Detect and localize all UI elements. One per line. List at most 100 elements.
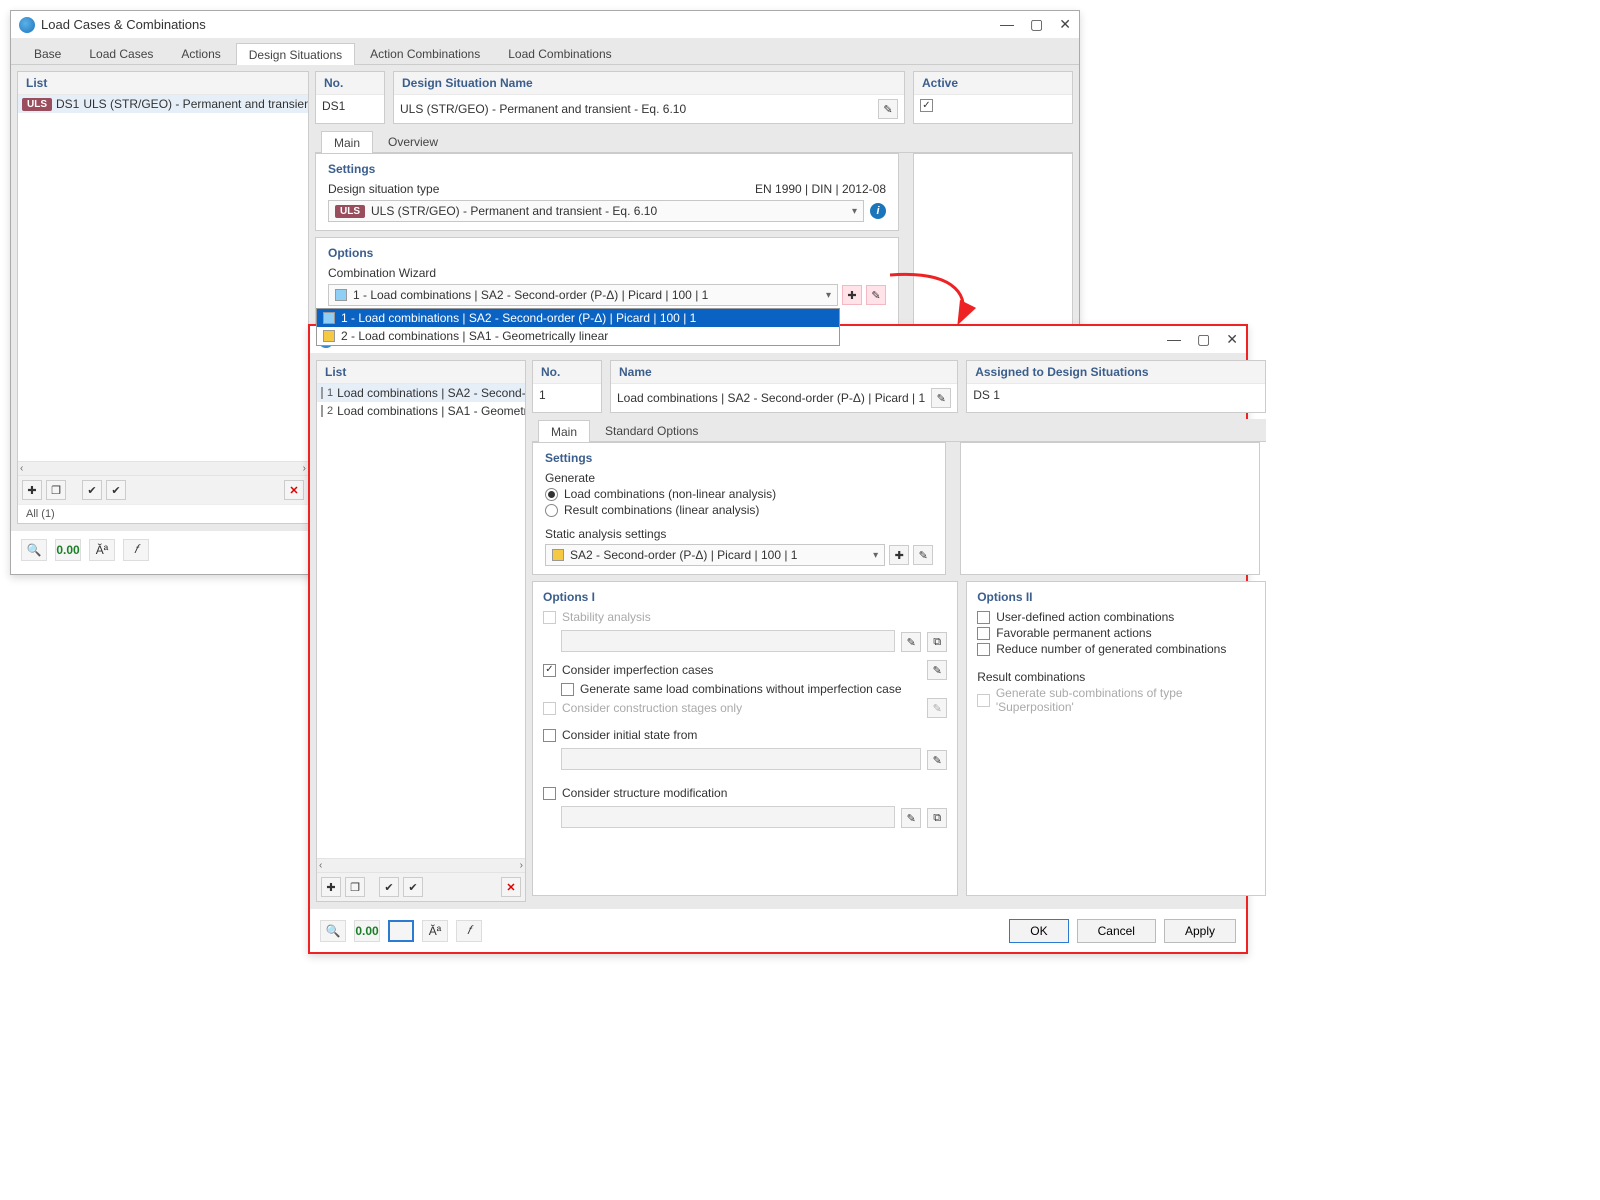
list-item[interactable]: 1 Load combinations | SA2 - Second-o [317, 384, 525, 402]
tab-action-combinations[interactable]: Action Combinations [357, 42, 493, 64]
h-scrollbar[interactable]: ‹› [18, 461, 308, 475]
popup-subtab-standard[interactable]: Standard Options [592, 419, 711, 441]
info-icon[interactable]: i [870, 203, 886, 219]
tab-load-combinations[interactable]: Load Combinations [495, 42, 624, 64]
edit-name-icon[interactable]: ✎ [878, 99, 898, 119]
radio-load-combinations[interactable]: Load combinations (non-linear analysis) [545, 487, 933, 501]
settings-panel: Settings Design situation type EN 1990 |… [315, 153, 899, 231]
sas-dropdown[interactable]: SA2 - Second-order (P-Δ) | Picard | 100 … [545, 544, 885, 566]
wizard-edit-icon[interactable]: ✎ [866, 285, 886, 305]
window-controls: — ▢ ✕ [1000, 16, 1071, 33]
num-format-icon[interactable]: 0.00 [55, 539, 81, 561]
copy-icon[interactable]: ❐ [46, 480, 66, 500]
tab-actions[interactable]: Actions [168, 42, 233, 64]
options2-panel: Options II User-defined action combinati… [966, 581, 1266, 896]
window-controls: — ▢ ✕ [1167, 331, 1238, 348]
check-all-icon[interactable]: ✔ [379, 877, 399, 897]
no-value: DS1 [322, 99, 345, 113]
chk-reduce[interactable]: Reduce number of generated combinations [977, 642, 1255, 656]
pop-name-label: Name [611, 361, 957, 384]
popup-list-panel: List 1 Load combinations | SA2 - Second-… [316, 360, 526, 902]
popup-settings-label: Settings [545, 451, 933, 465]
maximize-button[interactable]: ▢ [1197, 331, 1210, 348]
search-icon[interactable]: 🔍 [21, 539, 47, 561]
sas-value: SA2 - Second-order (P-Δ) | Picard | 100 … [570, 548, 797, 562]
wizard-new-icon[interactable]: ✚ [842, 285, 862, 305]
list-item-id: DS1 [56, 97, 79, 111]
uncheck-all-icon[interactable]: ✔ [403, 877, 423, 897]
edit-icon[interactable]: ✎ [901, 808, 921, 828]
swatch-icon [323, 312, 335, 324]
combo-option-2[interactable]: 2 - Load combinations | SA1 - Geometrica… [317, 327, 839, 345]
chk-imperfection[interactable]: ✓Consider imperfection cases✎ [543, 660, 947, 680]
search-icon[interactable]: 🔍 [320, 920, 346, 942]
chevron-down-icon: ▾ [873, 550, 878, 561]
radio-result-combinations[interactable]: Result combinations (linear analysis) [545, 503, 933, 517]
popup-subtab-main[interactable]: Main [538, 420, 590, 442]
cancel-button[interactable]: Cancel [1077, 919, 1156, 943]
uls-badge: ULS [335, 205, 365, 218]
combo-selected-value: 1 - Load combinations | SA2 - Second-ord… [353, 288, 708, 302]
open-icon[interactable]: ⧉ [927, 632, 947, 652]
open-icon[interactable]: ⧉ [927, 808, 947, 828]
subtab-main[interactable]: Main [321, 131, 373, 153]
chk-imperf-sub[interactable]: Generate same load combinations without … [561, 682, 947, 696]
close-button[interactable]: ✕ [1226, 331, 1238, 348]
generate-label: Generate [545, 471, 933, 485]
units-icon[interactable]: Ăª [422, 920, 448, 942]
edit-name-icon[interactable]: ✎ [931, 388, 951, 408]
chk-initial-state[interactable]: Consider initial state from [543, 728, 947, 742]
list-item[interactable]: 2 Load combinations | SA1 - Geometric [317, 402, 525, 420]
copy-icon[interactable]: ❐ [345, 877, 365, 897]
combo-wizard-dropdown[interactable]: 1 - Load combinations | SA2 - Second-ord… [328, 284, 838, 306]
edit-icon[interactable]: ✎ [901, 632, 921, 652]
resultc-label: Result combinations [977, 670, 1255, 684]
no-label: No. [316, 72, 384, 95]
assigned-value: DS 1 [973, 388, 1000, 402]
combo-option-text: 1 - Load combinations | SA2 - Second-ord… [341, 311, 696, 325]
situation-type-dropdown[interactable]: ULS ULS (STR/GEO) - Permanent and transi… [328, 200, 864, 222]
edit-icon[interactable]: ✎ [927, 750, 947, 770]
swatch-icon [335, 289, 347, 301]
filter-label[interactable]: All (1) [18, 504, 308, 523]
app-icon [19, 17, 35, 33]
apply-button[interactable]: Apply [1164, 919, 1236, 943]
list-item[interactable]: ULS DS1 ULS (STR/GEO) - Permanent and tr… [18, 95, 308, 113]
active-checkbox[interactable]: ✓ [920, 99, 933, 112]
ok-button[interactable]: OK [1009, 919, 1068, 943]
tab-design-situations[interactable]: Design Situations [236, 43, 355, 65]
radio-label: Load combinations (non-linear analysis) [564, 487, 776, 501]
edit-icon[interactable]: ✎ [927, 698, 947, 718]
window-title: Load Cases & Combinations [41, 17, 1000, 32]
combo-option-1[interactable]: 1 - Load combinations | SA2 - Second-ord… [317, 309, 839, 327]
units-icon[interactable]: Ăª [89, 539, 115, 561]
check2-icon[interactable]: ✔ [106, 480, 126, 500]
maximize-button[interactable]: ▢ [1030, 16, 1043, 33]
minimize-button[interactable]: — [1000, 16, 1014, 33]
chk-structure-mod[interactable]: Consider structure modification [543, 786, 947, 800]
popup-list-toolbar: ✚ ❐ ✔ ✔ ✕ [317, 872, 525, 901]
list-item-text: Load combinations | SA1 - Geometric [337, 404, 525, 418]
num-format-icon[interactable]: 0.00 [354, 920, 380, 942]
tab-load-cases[interactable]: Load Cases [76, 42, 166, 64]
new-icon[interactable]: ✚ [321, 877, 341, 897]
chk-stability: Stability analysis [543, 610, 947, 624]
sas-new-icon[interactable]: ✚ [889, 545, 909, 565]
tab-base[interactable]: Base [21, 42, 74, 64]
new-icon[interactable]: ✚ [22, 480, 42, 500]
chk-favorable[interactable]: Favorable permanent actions [977, 626, 1255, 640]
sas-edit-icon[interactable]: ✎ [913, 545, 933, 565]
swatch-icon [552, 549, 564, 561]
minimize-button[interactable]: — [1167, 331, 1181, 348]
h-scrollbar[interactable]: ‹› [317, 858, 525, 872]
close-button[interactable]: ✕ [1059, 16, 1071, 33]
delete-icon[interactable]: ✕ [284, 480, 304, 500]
edit-icon[interactable]: ✎ [927, 660, 947, 680]
function-icon[interactable]: 𝑓 [123, 539, 149, 561]
chk-user-defined[interactable]: User-defined action combinations [977, 610, 1255, 624]
function-icon[interactable]: 𝑓 [456, 920, 482, 942]
select-icon[interactable] [388, 920, 414, 942]
subtab-overview[interactable]: Overview [375, 130, 451, 152]
check-icon[interactable]: ✔ [82, 480, 102, 500]
delete-icon[interactable]: ✕ [501, 877, 521, 897]
